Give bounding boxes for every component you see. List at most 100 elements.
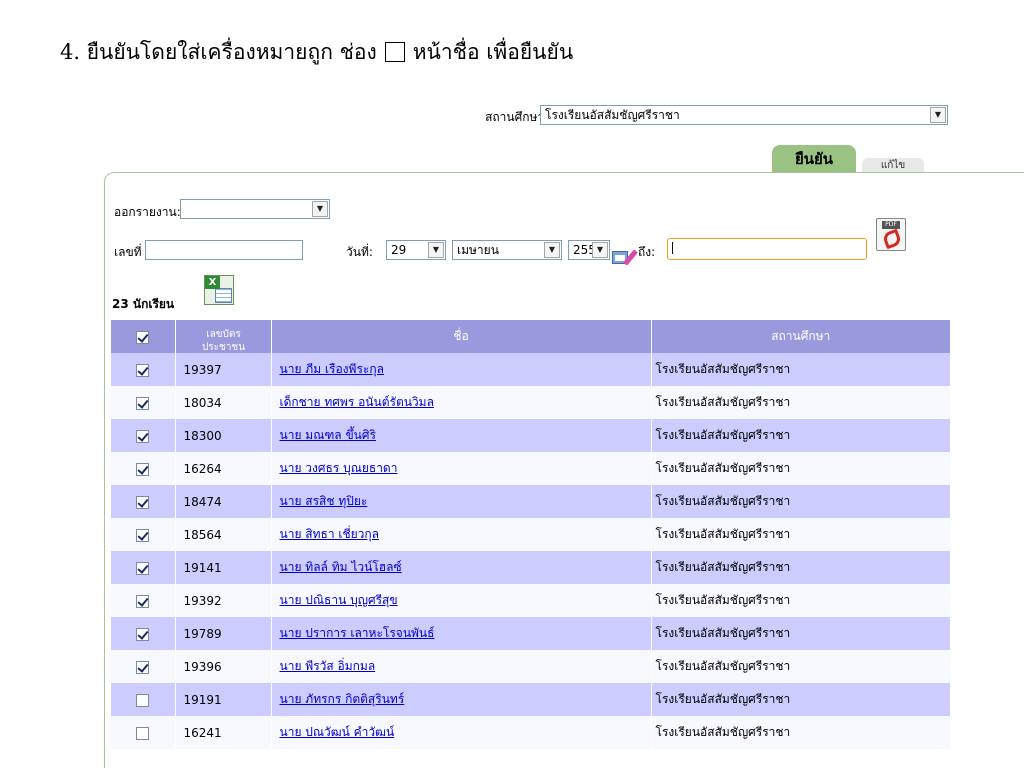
name-column-header: ชื่อ [271, 320, 652, 353]
row-checkbox[interactable] [136, 561, 150, 575]
checkbox-sample-icon [384, 42, 405, 62]
report-label: ออกรายงาน: [114, 205, 181, 219]
student-name-link[interactable]: นาย ปราการ เลาหะโรจนพันธ์ [280, 626, 435, 640]
table-row: 19396 นาย พีรวัส อิ่มกมล โรงเรียนอัสสัมช… [111, 650, 951, 683]
student-name-link[interactable]: นาย ทิลล์ ทิม ไวน์โฮลซ์ [280, 560, 402, 574]
student-id: 19789 [175, 617, 272, 650]
select-all-header[interactable] [111, 320, 176, 353]
student-name-link[interactable]: นาย ปณิธาน บุญศรีสุข [280, 593, 398, 607]
table-row: 19191 นาย ภัทรกร กิตติสุรินทร์ โรงเรียนอ… [111, 683, 951, 716]
student-school: โรงเรียนอัสสัมชัญศรีราชา [651, 584, 951, 617]
id-column-label: เลขบัตร ประชาชน [201, 329, 246, 353]
to-date-input[interactable] [667, 238, 867, 260]
table-row: 16241 นาย ปณวัฒน์ คำวัฒน์ โรงเรียนอัสสัม… [111, 716, 951, 749]
table-row: 19392 นาย ปณิธาน บุญศรีสุข โรงเรียนอัสสั… [111, 584, 951, 617]
student-name-link[interactable]: นาย พีรวัส อิ่มกมล [280, 659, 376, 673]
student-id: 19191 [175, 683, 272, 716]
row-checkbox[interactable] [136, 660, 150, 674]
student-id: 18474 [175, 485, 272, 518]
chevron-down-icon[interactable]: ▼ [544, 242, 560, 258]
school-select[interactable]: โรงเรียนอัสสัมชัญศรีราชา ▼ [540, 105, 948, 125]
student-school: โรงเรียนอัสสัมชัญศรีราชา [651, 386, 951, 419]
pdf-tag: PDF [882, 221, 900, 229]
acrobat-swoosh-icon [881, 228, 903, 250]
student-school: โรงเรียนอัสสัมชัญศรีราชา [651, 650, 951, 683]
instruction-suffix: หน้าชื่อ เพื่อยืนยัน [412, 40, 574, 64]
table-row: 18034 เด็กชาย ทศพร อนันต์รัตนวิมล โรงเรี… [111, 386, 951, 419]
instruction-text: 4. ยืนยันโดยใส่เครื่องหมายถูก ช่อง หน้าชื… [60, 36, 573, 69]
student-id: 18564 [175, 518, 272, 551]
day-select-value: 29 [391, 243, 407, 257]
student-school: โรงเรียนอัสสัมชัญศรีราชา [651, 716, 951, 749]
student-id: 18300 [175, 419, 272, 452]
student-school: โรงเรียนอัสสัมชัญศรีราชา [651, 353, 951, 386]
student-name-link[interactable]: นาย วงศธร บุณยธาดา [280, 461, 398, 475]
student-id: 19397 [175, 353, 272, 386]
school-column-header: สถานศึกษา [651, 320, 951, 353]
row-checkbox[interactable] [136, 693, 150, 707]
student-school: โรงเรียนอัสสัมชัญศรีราชา [651, 452, 951, 485]
student-id: 16241 [175, 716, 272, 749]
to-label: ถึง: [638, 245, 656, 259]
table-row: 18474 นาย สรสิช ทุปิยะ โรงเรียนอัสสัมชัญ… [111, 485, 951, 518]
number-label: เลขที่ [114, 245, 142, 259]
year-select[interactable]: 2555 ▼ [568, 240, 610, 260]
month-select[interactable]: เมษายน ▼ [452, 240, 562, 260]
student-name-link[interactable]: เด็กชาย ทศพร อนันต์รัตนวิมล [280, 395, 434, 409]
student-school: โรงเรียนอัสสัมชัญศรีราชา [651, 617, 951, 650]
row-checkbox[interactable] [136, 363, 150, 377]
student-school: โรงเรียนอัสสัมชัญศรีราชา [651, 683, 951, 716]
student-name-link[interactable]: นาย สรสิช ทุปิยะ [280, 494, 368, 508]
day-select[interactable]: 29 ▼ [386, 240, 446, 260]
row-checkbox[interactable] [136, 495, 150, 509]
student-name-link[interactable]: นาย ภัทรกร กิตติสุรินทร์ [280, 692, 405, 706]
tab-confirm[interactable]: ยืนยัน [772, 145, 856, 173]
table-row: 19141 นาย ทิลล์ ทิม ไวน์โฮลซ์ โรงเรียนอั… [111, 551, 951, 584]
student-school: โรงเรียนอัสสัมชัญศรีราชา [651, 419, 951, 452]
chevron-down-icon[interactable]: ▼ [592, 242, 608, 258]
report-select[interactable]: ▼ [180, 199, 330, 219]
table-row: 16264 นาย วงศธร บุณยธาดา โรงเรียนอัสสัมช… [111, 452, 951, 485]
row-checkbox[interactable] [136, 462, 150, 476]
school-select-value: โรงเรียนอัสสัมชัญศรีราชา [545, 108, 680, 122]
row-checkbox[interactable] [136, 627, 150, 641]
student-table: เลขบัตร ประชาชน ชื่อ สถานศึกษา 19397 นาย… [111, 320, 951, 749]
student-school: โรงเรียนอัสสัมชัญศรีราชา [651, 518, 951, 551]
row-checkbox[interactable] [136, 594, 150, 608]
excel-x-icon: X [205, 276, 220, 289]
chevron-down-icon[interactable]: ▼ [930, 107, 946, 123]
number-input[interactable] [145, 240, 303, 260]
student-id: 16264 [175, 452, 272, 485]
month-select-value: เมษายน [457, 243, 499, 257]
excel-grid-icon [215, 288, 232, 303]
school-filter: สถานศึกษา : โรงเรียนอัสสัมชัญศรีราชา ▼ [420, 105, 948, 125]
student-name-link[interactable]: นาย ปณวัฒน์ คำวัฒน์ [280, 725, 395, 739]
table-header-row: เลขบัตร ประชาชน ชื่อ สถานศึกษา [111, 320, 951, 353]
student-id: 19392 [175, 584, 272, 617]
row-checkbox[interactable] [136, 726, 150, 740]
chevron-down-icon[interactable]: ▼ [428, 242, 444, 258]
row-checkbox[interactable] [136, 528, 150, 542]
excel-export-icon[interactable]: X [204, 275, 234, 305]
student-id: 19396 [175, 650, 272, 683]
id-column-header: เลขบัตร ประชาชน [175, 320, 272, 353]
table-row: 18564 นาย สิทธา เชี่ยวกุล โรงเรียนอัสสัม… [111, 518, 951, 551]
student-name-link[interactable]: นาย ภีม เรืองพีระกุล [280, 362, 384, 376]
chevron-down-icon[interactable]: ▼ [312, 201, 328, 217]
select-all-checkbox[interactable] [136, 330, 150, 344]
row-checkbox[interactable] [136, 429, 150, 443]
student-id: 19141 [175, 551, 272, 584]
student-school: โรงเรียนอัสสัมชัญศรีราชา [651, 485, 951, 518]
table-row: 19397 นาย ภีม เรืองพีระกุล โรงเรียนอัสสั… [111, 353, 951, 386]
row-checkbox[interactable] [136, 396, 150, 410]
table-row: 18300 นาย มณฑล ขึ้นศิริ โรงเรียนอัสสัมชั… [111, 419, 951, 452]
student-name-link[interactable]: นาย สิทธา เชี่ยวกุล [280, 527, 380, 541]
date-label: วันที่: [346, 245, 373, 259]
student-count: 23 นักเรียน [112, 297, 175, 311]
instruction-prefix: 4. ยืนยันโดยใส่เครื่องหมายถูก ช่อง [60, 40, 377, 64]
pdf-export-icon[interactable]: PDF [876, 218, 906, 251]
student-name-link[interactable]: นาย มณฑล ขึ้นศิริ [280, 428, 376, 442]
student-id: 18034 [175, 386, 272, 419]
student-school: โรงเรียนอัสสัมชัญศรีราชา [651, 551, 951, 584]
table-row: 19789 นาย ปราการ เลาหะโรจนพันธ์ โรงเรียน… [111, 617, 951, 650]
